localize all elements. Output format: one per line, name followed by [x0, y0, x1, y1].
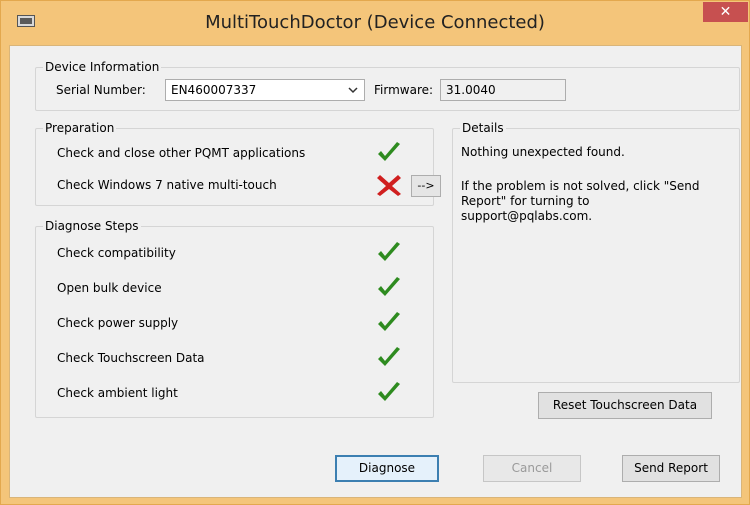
close-icon: ✕ — [719, 4, 732, 20]
checkmark-icon — [378, 382, 400, 401]
serial-number-value: EN460007337 — [171, 83, 257, 97]
checkmark-icon — [378, 347, 400, 366]
chevron-down-icon — [348, 87, 358, 94]
diagnose-steps-group: Diagnose Steps Check compatibility Open … — [35, 219, 434, 418]
device-information-legend: Device Information — [43, 60, 162, 74]
app-window: MultiTouchDoctor (Device Connected) ✕ De… — [0, 0, 750, 505]
details-status-text: Nothing unexpected found. — [461, 145, 625, 159]
diagnose-step-label: Open bulk device — [57, 281, 162, 295]
checkmark-icon — [378, 312, 400, 331]
next-arrow-button[interactable]: --> — [411, 175, 441, 197]
diagnose-step-label: Check power supply — [57, 316, 179, 330]
x-mark-icon — [377, 175, 401, 196]
details-help-line: Report" for turning to — [461, 194, 590, 208]
preparation-group: Preparation Check and close other PQMT a… — [35, 121, 441, 206]
details-help-line: support@pqlabs.com. — [461, 209, 593, 223]
checkmark-icon — [378, 142, 400, 161]
close-button[interactable]: ✕ — [703, 2, 748, 22]
dialog-body: Device Information Serial Number: EN4600… — [9, 45, 742, 498]
firmware-field: 31.0040 — [440, 79, 566, 101]
preparation-item-label: Check Windows 7 native multi-touch — [57, 178, 277, 192]
details-group: Details Nothing unexpected found. If the… — [452, 121, 740, 383]
diagnose-button[interactable]: Diagnose — [335, 455, 439, 482]
firmware-label: Firmware: — [374, 83, 434, 97]
preparation-item-label: Check and close other PQMT applications — [57, 146, 306, 160]
diagnose-step-label: Check ambient light — [57, 386, 178, 400]
serial-number-label: Serial Number: — [56, 83, 146, 97]
diagnose-steps-legend: Diagnose Steps — [43, 219, 141, 233]
title-bar[interactable]: MultiTouchDoctor (Device Connected) ✕ — [1, 1, 749, 45]
details-legend: Details — [460, 121, 506, 135]
diagnose-step-label: Check compatibility — [57, 246, 176, 260]
details-help-line: If the problem is not solved, click "Sen… — [461, 179, 700, 193]
window-title: MultiTouchDoctor (Device Connected) — [205, 12, 545, 33]
checkmark-icon — [378, 277, 400, 296]
preparation-legend: Preparation — [43, 121, 117, 135]
serial-number-select[interactable]: EN460007337 — [165, 79, 365, 101]
checkmark-icon — [378, 242, 400, 261]
device-information-group: Device Information Serial Number: EN4600… — [35, 60, 740, 111]
send-report-button[interactable]: Send Report — [622, 455, 720, 482]
reset-touchscreen-data-button[interactable]: Reset Touchscreen Data — [538, 392, 712, 419]
diagnose-step-label: Check Touchscreen Data — [57, 351, 205, 365]
cancel-button[interactable]: Cancel — [483, 455, 581, 482]
